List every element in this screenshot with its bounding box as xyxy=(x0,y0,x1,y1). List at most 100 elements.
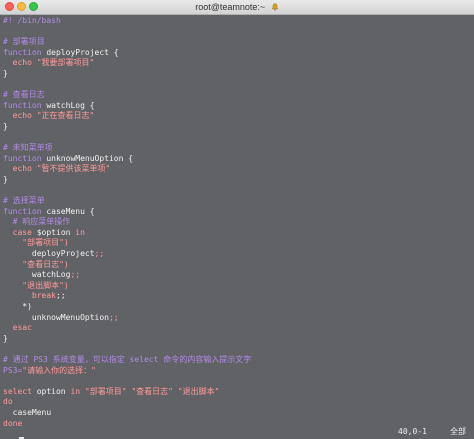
code-token: ;; xyxy=(94,249,105,259)
code-line: caseMenu xyxy=(3,408,471,419)
code-token: # 响应菜单操作 xyxy=(12,217,71,227)
code-token: # 部署项目 xyxy=(3,37,45,47)
code-line: } xyxy=(3,69,471,80)
code-line: do xyxy=(3,397,471,408)
code-token: function xyxy=(3,153,47,163)
code-line: "退出脚本") xyxy=(3,281,471,292)
code-token: function xyxy=(3,206,47,216)
code-token: *) xyxy=(3,302,32,312)
code-token: ;; xyxy=(56,291,66,301)
code-token: ;; xyxy=(108,312,119,322)
code-token: # 未知菜单项 xyxy=(3,143,53,153)
bell-icon xyxy=(271,3,279,11)
code-token: echo "我要部署项目" xyxy=(12,58,95,68)
code-token: $option xyxy=(36,227,76,237)
code-token: unknowMenuOption { xyxy=(46,153,134,163)
code-token: break xyxy=(31,291,56,301)
code-line: # 响应菜单操作 xyxy=(3,217,471,228)
code-token: "退出脚本") xyxy=(22,280,69,290)
title-bar[interactable]: root@teamnote:~ xyxy=(0,0,474,15)
code-line: echo "暂不提供该菜单项" xyxy=(3,164,471,175)
code-line: # 选择菜单 xyxy=(3,196,471,207)
code-token: esac xyxy=(12,323,32,333)
code-token: "部署项目") xyxy=(22,238,69,248)
code-line: # 部署项目 xyxy=(3,37,471,48)
code-token: option xyxy=(36,386,71,396)
code-token: echo "暂不提供该菜单项" xyxy=(12,164,111,174)
code-token: #! /bin/bash xyxy=(3,16,61,25)
code-token: } xyxy=(3,174,8,184)
code-editor[interactable]: #! /bin/bash # 部署项目 function deployProjec… xyxy=(3,16,471,428)
code-token: watchLog xyxy=(3,270,71,280)
code-line: break;; xyxy=(3,291,471,302)
code-token: # 选择菜单 xyxy=(3,196,45,206)
code-token: "请输入你的选择：" xyxy=(22,365,96,375)
code-line: *) xyxy=(3,302,471,313)
window-title: root@teamnote:~ xyxy=(0,1,474,13)
code-token: deployProject { xyxy=(46,47,119,57)
code-token: } xyxy=(3,68,8,78)
code-token: "查看日志") xyxy=(22,259,69,269)
code-token: # 通过 PS3 系统变量，可以指定 select 命令的内容输入提示文字 xyxy=(3,355,252,364)
code-line: esac xyxy=(3,323,471,334)
code-token: do xyxy=(3,397,13,407)
code-line: PS3="请输入你的选择：" xyxy=(3,366,471,377)
code-line: # 未知菜单项 xyxy=(3,143,471,154)
code-line: } xyxy=(3,334,471,345)
code-line: function unknowMenuOption { xyxy=(3,154,471,165)
code-token: select xyxy=(3,386,37,396)
code-token: unknowMenuOption xyxy=(3,312,109,322)
code-line: #! /bin/bash xyxy=(3,16,471,27)
code-token: watchLog { xyxy=(46,100,95,110)
code-line: watchLog;; xyxy=(3,270,471,281)
code-token: in "部署项目" "查看日志" "退出脚本" xyxy=(70,386,220,396)
code-token: case xyxy=(12,227,37,237)
code-token: caseMenu xyxy=(3,407,52,417)
code-line: echo "正在查看日志" xyxy=(3,111,471,122)
code-token: } xyxy=(3,121,8,131)
code-line: } xyxy=(3,175,471,186)
code-line: function deployProject { xyxy=(3,48,471,59)
code-token: # 查看日志 xyxy=(3,90,45,100)
code-token: in xyxy=(75,227,85,237)
code-line: select option in "部署项目" "查看日志" "退出脚本" xyxy=(3,387,471,398)
code-token: PS3= xyxy=(3,365,23,375)
code-token: function xyxy=(3,100,47,110)
code-line: "查看日志") xyxy=(3,260,471,271)
code-line: function caseMenu { xyxy=(3,207,471,218)
code-line: echo "我要部署项目" xyxy=(3,58,471,69)
status-line: 40,0-1 全部 xyxy=(0,426,474,439)
code-token: caseMenu { xyxy=(46,206,95,216)
code-line: unknowMenuOption;; xyxy=(3,313,471,324)
cursor-position: 40,0-1 xyxy=(398,427,427,436)
code-line: } xyxy=(3,122,471,133)
code-token: ;; xyxy=(70,270,81,280)
view-mode: 全部 xyxy=(450,427,466,436)
code-line: function watchLog { xyxy=(3,101,471,112)
code-line: deployProject;; xyxy=(3,249,471,260)
code-line: "部署项目") xyxy=(3,238,471,249)
code-line: case $option in xyxy=(3,228,471,239)
code-line: # 通过 PS3 系统变量，可以指定 select 命令的内容输入提示文字 xyxy=(3,355,471,366)
code-token: function xyxy=(3,47,47,57)
code-line: # 查看日志 xyxy=(3,90,471,101)
terminal-window: root@teamnote:~ #! /bin/bash # 部署项目 funct… xyxy=(0,0,474,439)
code-token: echo "正在查看日志" xyxy=(12,111,95,121)
code-token: deployProject xyxy=(3,249,95,259)
code-token: } xyxy=(3,333,8,343)
